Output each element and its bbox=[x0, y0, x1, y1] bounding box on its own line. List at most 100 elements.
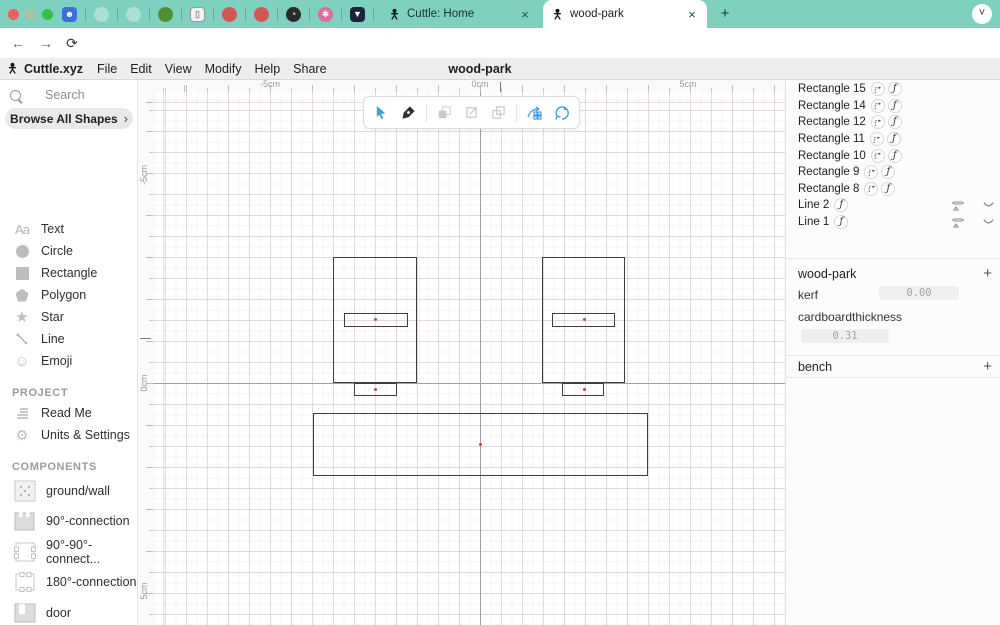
menu-view[interactable]: View bbox=[165, 62, 192, 76]
fx-badge-icon[interactable]: ƒ bbox=[834, 198, 849, 213]
browse-all-shapes-button[interactable]: Browse All Shapes › bbox=[5, 108, 133, 129]
browser-tab-strip: ☻ ▯ ◔ ✱ ▼ Cuttle: Home × wood-park × + ˅ bbox=[0, 0, 1000, 28]
fx-badge-icon[interactable]: ƒ bbox=[887, 82, 902, 97]
component-item-180-connection[interactable]: 180°-connection bbox=[0, 567, 137, 597]
close-window-button[interactable] bbox=[8, 9, 19, 20]
transform-badge-icon[interactable] bbox=[869, 132, 884, 147]
project-section-header: PROJECT bbox=[12, 387, 69, 399]
transform-badge-icon[interactable] bbox=[870, 82, 885, 97]
shape-item-polygon[interactable]: Polygon bbox=[0, 284, 137, 306]
cuttle-favicon bbox=[554, 8, 561, 20]
repeat-tool-icon[interactable] bbox=[524, 103, 544, 123]
tab-separator bbox=[117, 7, 118, 21]
pinned-tab-favicon[interactable]: ◔ bbox=[286, 6, 301, 22]
add-component-param-button[interactable]: + bbox=[983, 358, 992, 375]
tab-search-chevron-icon[interactable]: ˅ bbox=[972, 4, 992, 24]
transform-badge-icon[interactable] bbox=[864, 181, 879, 196]
fx-badge-icon[interactable]: ƒ bbox=[881, 165, 896, 180]
menu-file[interactable]: File bbox=[97, 62, 117, 76]
component-item-90-connection[interactable]: 90°-connection bbox=[0, 506, 137, 536]
tab-separator bbox=[341, 7, 342, 21]
layer-row[interactable]: Line 2 ƒ bbox=[786, 197, 1000, 214]
boolean-subtract-icon[interactable] bbox=[461, 103, 481, 123]
fx-badge-icon[interactable]: ƒ bbox=[887, 148, 902, 163]
tab-close-icon[interactable]: × bbox=[685, 7, 699, 22]
component-item-ground-wall[interactable]: ground/wall bbox=[0, 476, 137, 506]
boolean-union-icon[interactable] bbox=[434, 103, 454, 123]
canvas-toolbar bbox=[363, 96, 580, 129]
shape-label: Emoji bbox=[41, 354, 73, 368]
back-icon[interactable]: ← bbox=[8, 33, 28, 53]
pen-tool-icon[interactable] bbox=[399, 103, 419, 123]
transform-badge-icon[interactable] bbox=[870, 98, 885, 113]
toolbar-separator bbox=[425, 103, 427, 122]
menu-help[interactable]: Help bbox=[254, 62, 280, 76]
param-value-cardboardthickness[interactable]: 0.31 bbox=[801, 329, 889, 343]
layer-row[interactable]: Rectangle 15 ƒ bbox=[786, 81, 1000, 98]
pinned-tab-favicon[interactable]: ✱ bbox=[318, 6, 333, 22]
transform-badge-icon[interactable] bbox=[864, 165, 879, 180]
project-item-label: Units & Settings bbox=[41, 428, 130, 442]
pinned-tab-favicon[interactable] bbox=[222, 6, 237, 22]
layer-row[interactable]: Rectangle 14 ƒ bbox=[786, 98, 1000, 115]
fx-badge-icon[interactable]: ƒ bbox=[887, 98, 902, 113]
layer-row[interactable]: Line 1 ƒ bbox=[786, 214, 1000, 231]
menu-edit[interactable]: Edit bbox=[130, 62, 152, 76]
zoom-window-button[interactable] bbox=[42, 9, 53, 20]
search-input[interactable] bbox=[43, 87, 137, 103]
reload-icon[interactable]: ⟳ bbox=[62, 33, 82, 53]
menu-modify[interactable]: Modify bbox=[205, 62, 242, 76]
shape-label: Circle bbox=[41, 244, 73, 258]
shape-item-rectangle[interactable]: Rectangle bbox=[0, 262, 137, 284]
tab-cuttle-home[interactable]: Cuttle: Home × bbox=[380, 0, 540, 28]
pinned-tab-favicon[interactable] bbox=[158, 6, 173, 22]
design-canvas[interactable] bbox=[153, 92, 785, 625]
pinned-tab-favicon[interactable] bbox=[126, 6, 141, 22]
fx-badge-icon[interactable]: ƒ bbox=[887, 115, 902, 130]
fx-badge-icon[interactable]: ƒ bbox=[881, 181, 896, 196]
new-tab-button[interactable]: + bbox=[716, 5, 734, 23]
layer-row[interactable]: Rectangle 12 ƒ bbox=[786, 114, 1000, 131]
fx-badge-icon[interactable]: ƒ bbox=[834, 215, 849, 230]
modifier-icon[interactable] bbox=[952, 216, 964, 228]
transform-badge-icon[interactable] bbox=[870, 148, 885, 163]
add-project-param-button[interactable]: + bbox=[983, 265, 992, 282]
select-tool-icon[interactable] bbox=[371, 103, 391, 123]
param-value-kerf[interactable]: 0.00 bbox=[879, 286, 959, 300]
shape-item-text[interactable]: Aa Text bbox=[0, 218, 137, 240]
pinned-tab-favicon[interactable] bbox=[94, 6, 109, 22]
tab-close-icon[interactable]: × bbox=[518, 7, 532, 22]
component-item-90-90-connection[interactable]: 90°-90°-connect... bbox=[0, 537, 137, 567]
forward-icon[interactable]: → bbox=[36, 33, 56, 53]
pinned-tabs: ☻ ▯ ◔ ✱ ▼ bbox=[62, 0, 374, 28]
search-row[interactable] bbox=[0, 84, 137, 106]
project-item-units-settings[interactable]: ⚙ Units & Settings bbox=[0, 424, 137, 446]
layer-row[interactable]: Rectangle 8 ƒ bbox=[786, 181, 1000, 198]
tab-wood-park[interactable]: wood-park × bbox=[543, 0, 707, 28]
cuttle-brand[interactable]: Cuttle.xyz bbox=[6, 62, 83, 76]
layer-row[interactable]: Rectangle 10 ƒ bbox=[786, 147, 1000, 164]
shape-item-emoji[interactable]: ☺ Emoji bbox=[0, 350, 137, 372]
project-item-readme[interactable]: Read Me bbox=[0, 402, 137, 424]
pinned-tab-favicon[interactable]: ▼ bbox=[350, 6, 365, 22]
rotate-tool-icon[interactable] bbox=[552, 103, 572, 123]
boolean-intersect-icon[interactable] bbox=[489, 103, 509, 123]
shape-item-circle[interactable]: Circle bbox=[0, 240, 137, 262]
component-item-door[interactable]: door bbox=[0, 598, 137, 625]
layer-row[interactable]: Rectangle 11 ƒ bbox=[786, 131, 1000, 148]
pinned-tab-favicon[interactable]: ☻ bbox=[62, 6, 77, 22]
menu-share[interactable]: Share bbox=[293, 62, 326, 76]
pinned-tab-favicon[interactable]: ▯ bbox=[190, 6, 205, 22]
ruler-label: 0cm bbox=[471, 79, 489, 89]
transform-badge-icon[interactable] bbox=[870, 115, 885, 130]
pinned-tab-favicon[interactable] bbox=[254, 6, 269, 22]
tab-separator bbox=[245, 7, 246, 21]
collapse-chevron-icon[interactable] bbox=[982, 218, 995, 226]
shape-item-star[interactable]: ★ Star bbox=[0, 306, 137, 328]
minimize-window-button[interactable] bbox=[25, 9, 36, 20]
collapse-chevron-icon[interactable] bbox=[982, 201, 995, 209]
fx-badge-icon[interactable]: ƒ bbox=[886, 132, 901, 147]
layer-row[interactable]: Rectangle 9 ƒ bbox=[786, 164, 1000, 181]
modifier-icon[interactable] bbox=[952, 199, 964, 211]
shape-item-line[interactable]: Line bbox=[0, 328, 137, 350]
